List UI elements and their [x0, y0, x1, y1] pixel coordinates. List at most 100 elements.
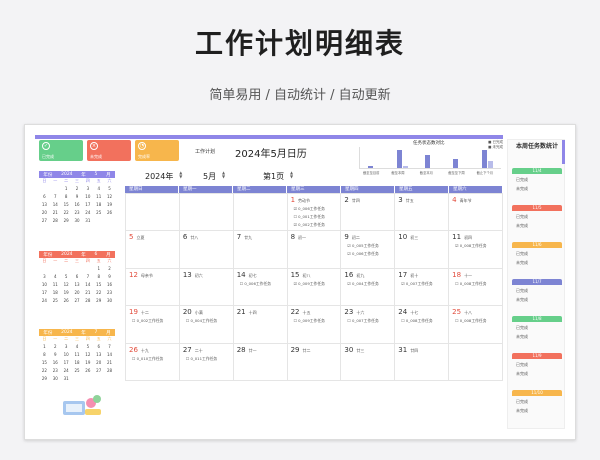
mini-day[interactable]: 1 [39, 344, 50, 350]
mini-day[interactable]: 8 [93, 274, 104, 280]
month-select[interactable]: 5月 ▲ ▼ [203, 171, 225, 182]
day-cell[interactable]: 19 十二 ☐ 0_002工作任务 [126, 306, 180, 344]
day-cell[interactable]: 13 初六 [179, 268, 234, 307]
mini-day[interactable]: 6 [72, 274, 83, 280]
mini-day[interactable]: 14 [50, 202, 61, 208]
mini-day[interactable]: 3 [61, 344, 72, 350]
mini-day[interactable] [82, 266, 93, 272]
mini-day[interactable]: 31 [61, 376, 72, 382]
task-item[interactable]: ☑ 0_009工作任务 [294, 281, 338, 287]
mini-day[interactable]: 25 [50, 298, 61, 304]
mini-day[interactable]: 17 [61, 360, 72, 366]
task-item[interactable]: ☑ 0_006工作任务 [347, 251, 391, 257]
day-cell[interactable] [126, 194, 180, 232]
task-item[interactable]: ☑ 0_006工作任务 [294, 206, 338, 212]
spinner-icon[interactable]: ▲ ▼ [222, 171, 225, 179]
day-cell[interactable]: 9 初二 ☑ 0_005工作任务 ☑ 0_006工作任务 [341, 231, 396, 269]
mini-day[interactable]: 3 [82, 186, 93, 192]
mini-day[interactable]: 28 [82, 298, 93, 304]
mini-day[interactable]: 23 [50, 368, 61, 374]
task-item[interactable]: ☑ 0_007工作任务 [401, 281, 445, 287]
mini-day[interactable]: 26 [61, 298, 72, 304]
day-cell[interactable]: 5 立夏 [126, 231, 180, 269]
day-cell[interactable]: 3 廿五 [395, 194, 450, 232]
mini-day[interactable]: 14 [82, 282, 93, 288]
mini-day[interactable]: 17 [82, 202, 93, 208]
day-cell[interactable] [179, 194, 234, 232]
day-cell[interactable]: 28 廿一 [233, 343, 288, 381]
task-item[interactable]: ☐ 0_006工作任务 [240, 281, 284, 287]
mini-day[interactable]: 29 [61, 218, 72, 224]
mini-day[interactable]: 28 [104, 368, 115, 374]
mini-day[interactable]: 2 [50, 344, 61, 350]
mini-day[interactable]: 30 [72, 218, 83, 224]
day-cell[interactable] [449, 343, 503, 381]
mini-day[interactable]: 25 [93, 210, 104, 216]
page-select[interactable]: 第1页 ▲ ▼ [263, 171, 293, 182]
mini-day[interactable]: 19 [61, 290, 72, 296]
mini-day[interactable]: 16 [104, 282, 115, 288]
mini-day[interactable]: 4 [50, 274, 61, 280]
day-cell[interactable]: 16 初九 ☑ 0_004工作任务 [341, 268, 396, 307]
task-item[interactable]: ☐ 0_002工作任务 [132, 318, 176, 324]
mini-day[interactable]: 29 [39, 376, 50, 382]
mini-day[interactable]: 4 [72, 344, 83, 350]
mini-day[interactable]: 22 [93, 290, 104, 296]
mini-day[interactable]: 12 [61, 282, 72, 288]
task-item[interactable]: ☐ 0_008工作任务 [455, 281, 499, 287]
mini-day[interactable]: 10 [39, 282, 50, 288]
mini-day[interactable]: 15 [39, 360, 50, 366]
mini-day[interactable] [39, 266, 50, 272]
mini-day[interactable]: 30 [50, 376, 61, 382]
task-item[interactable]: ☐ 0_010工作任务 [132, 356, 176, 362]
mini-day[interactable] [50, 266, 61, 272]
mini-day[interactable] [61, 266, 72, 272]
mini-day[interactable]: 13 [72, 282, 83, 288]
mini-day[interactable]: 14 [104, 352, 115, 358]
day-cell[interactable]: 21 十四 [233, 306, 288, 344]
mini-day[interactable]: 9 [72, 194, 83, 200]
mini-day[interactable]: 20 [72, 290, 83, 296]
day-cell[interactable]: 26 十九 ☐ 0_010工作任务 [126, 343, 180, 381]
mini-day[interactable]: 20 [93, 360, 104, 366]
mini-day[interactable]: 15 [61, 202, 72, 208]
day-cell[interactable]: 6 廿八 [179, 231, 234, 269]
mini-day[interactable]: 23 [72, 210, 83, 216]
mini-day[interactable]: 8 [39, 352, 50, 358]
mini-day[interactable]: 9 [50, 352, 61, 358]
mini-day[interactable]: 15 [93, 282, 104, 288]
day-cell[interactable]: 14 初七 ☐ 0_006工作任务 [233, 268, 288, 307]
mini-day[interactable]: 16 [72, 202, 83, 208]
mini-day[interactable]: 24 [61, 368, 72, 374]
task-item[interactable]: ☐ 0_008工作任务 [401, 318, 445, 324]
mini-day[interactable]: 16 [50, 360, 61, 366]
mini-day[interactable]: 7 [50, 194, 61, 200]
mini-day[interactable]: 12 [82, 352, 93, 358]
day-cell[interactable]: 1 劳动节 ☑ 0_006工作任务 ☐ 0_001工作任务 ☑ 0_002工作任务 [287, 194, 342, 232]
mini-day[interactable]: 31 [82, 218, 93, 224]
day-cell[interactable]: 29 廿二 [287, 343, 342, 381]
mini-day[interactable]: 18 [93, 202, 104, 208]
task-item[interactable]: ☑ 0_008工作任务 [455, 243, 499, 249]
day-cell[interactable]: 22 十五 ☐ 0_009工作任务 [287, 306, 342, 344]
day-cell[interactable]: 25 十八 ☐ 0_008工作任务 [449, 306, 503, 344]
mini-day[interactable]: 2 [72, 186, 83, 192]
mini-day[interactable]: 6 [93, 344, 104, 350]
day-cell[interactable]: 24 十七 ☐ 0_008工作任务 [395, 306, 450, 344]
mini-day[interactable]: 22 [61, 210, 72, 216]
task-item[interactable]: ☐ 0_008工作任务 [455, 318, 499, 324]
task-item[interactable]: ☐ 0_001工作任务 [294, 214, 338, 220]
mini-day[interactable]: 5 [61, 274, 72, 280]
mini-day[interactable]: 27 [93, 368, 104, 374]
mini-day[interactable] [39, 186, 50, 192]
day-cell[interactable]: 4 青年节 [449, 194, 503, 232]
mini-day[interactable]: 2 [104, 266, 115, 272]
mini-day[interactable]: 9 [104, 274, 115, 280]
task-item[interactable]: ☐ 0_011工作任务 [186, 356, 230, 362]
mini-day[interactable]: 17 [39, 290, 50, 296]
mini-day[interactable]: 7 [82, 274, 93, 280]
mini-day[interactable]: 10 [61, 352, 72, 358]
day-cell[interactable]: 17 初十 ☑ 0_007工作任务 [395, 268, 450, 307]
day-cell[interactable]: 7 廿九 [233, 231, 288, 269]
day-cell[interactable]: 18 十一 ☐ 0_008工作任务 [449, 268, 503, 307]
